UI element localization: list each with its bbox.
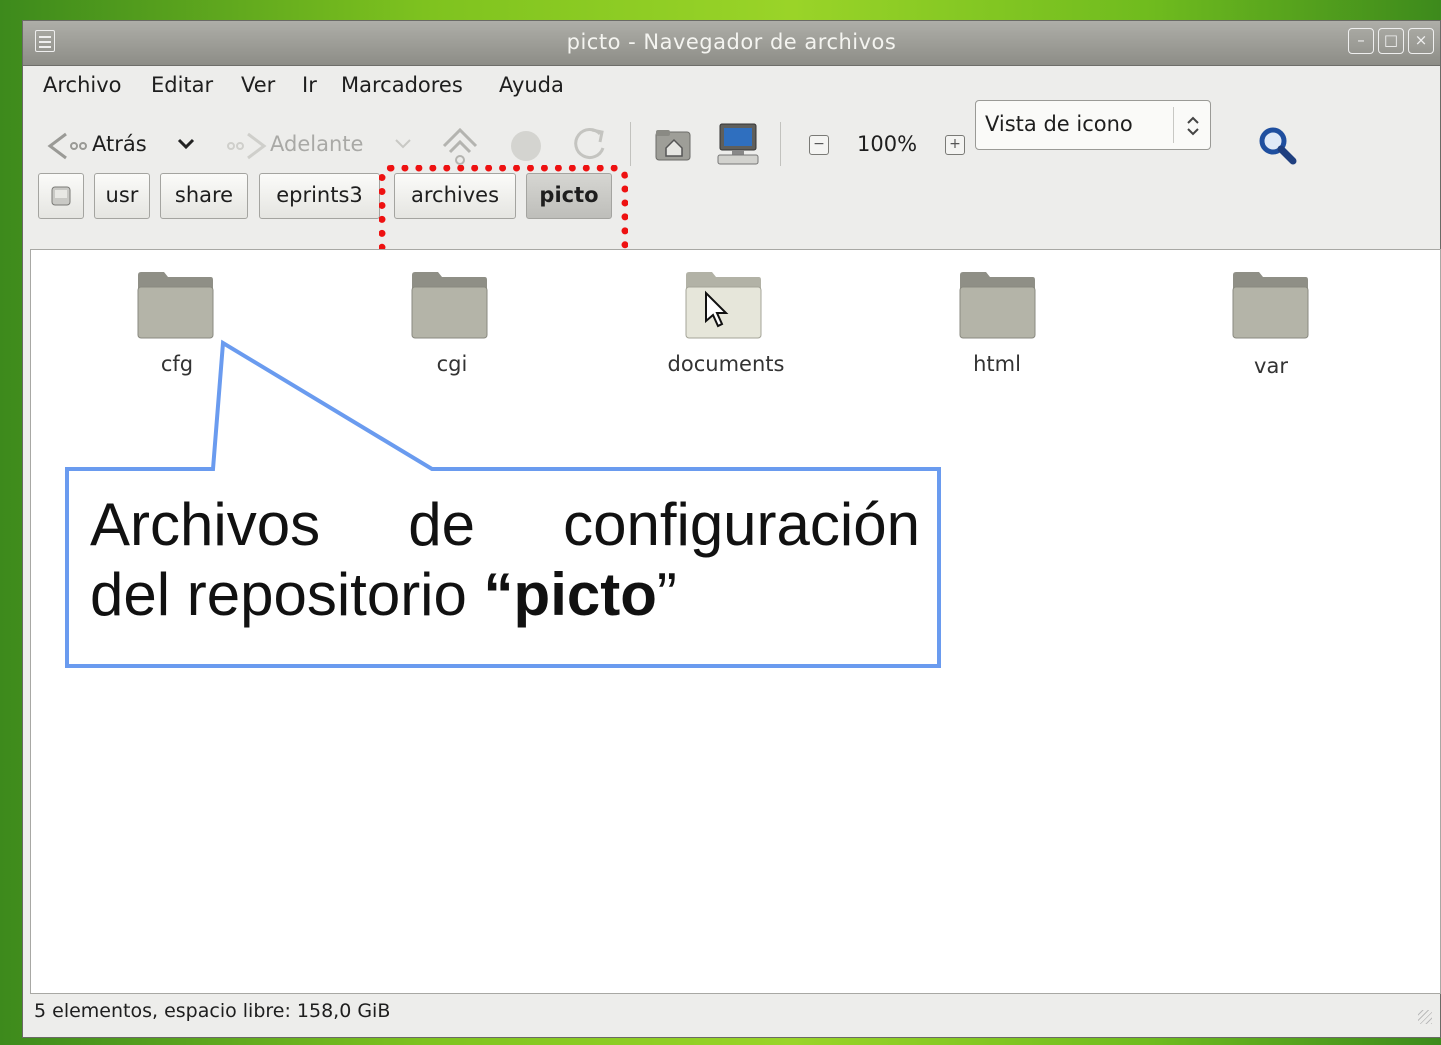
view-mode-value: Vista de icono — [985, 112, 1133, 136]
callout-line2: del repositorio — [90, 561, 484, 628]
callout-word: de — [408, 491, 475, 558]
chevron-down-icon[interactable] — [177, 137, 195, 151]
menu-ayuda[interactable]: Ayuda — [499, 73, 564, 97]
spinner-arrows-icon — [1187, 116, 1199, 136]
crumb-eprints3[interactable]: eprints3 — [259, 173, 380, 219]
forward-button[interactable]: Adelante — [270, 132, 363, 156]
callout-bold-name: picto — [513, 561, 657, 628]
callout-text: Archivos de configuración del repositori… — [90, 490, 920, 630]
menubar: Archivo Editar Ver Ir Marcadores Ayuda — [23, 66, 1440, 106]
close-button[interactable]: × — [1408, 28, 1434, 54]
crumb-usr[interactable]: usr — [94, 173, 150, 219]
file-name[interactable]: var — [1171, 354, 1371, 378]
callout-open-quote: “ — [483, 561, 514, 628]
chevron-down-icon[interactable] — [394, 137, 412, 151]
stop-icon[interactable] — [508, 128, 544, 164]
file-name[interactable]: html — [897, 352, 1097, 376]
maximize-button[interactable]: □ — [1378, 28, 1404, 54]
pathbar-root-button[interactable] — [38, 173, 84, 219]
minimize-button[interactable]: – — [1348, 28, 1374, 54]
folder-icon[interactable] — [958, 271, 1036, 339]
menu-ver[interactable]: Ver — [241, 73, 275, 97]
titlebar[interactable]: picto - Navegador de archivos – □ × — [23, 21, 1440, 66]
up-arrow-icon[interactable] — [440, 124, 480, 168]
back-arrow-icon[interactable] — [44, 130, 90, 162]
home-folder-icon[interactable] — [654, 126, 694, 162]
zoom-level: 100% — [857, 132, 918, 156]
folder-icon[interactable] — [410, 271, 488, 339]
menu-editar[interactable]: Editar — [151, 73, 213, 97]
file-name[interactable]: cfg — [77, 352, 277, 376]
forward-arrow-icon[interactable] — [224, 130, 270, 162]
computer-icon[interactable] — [716, 122, 760, 166]
status-bar: 5 elementos, espacio libre: 158,0 GiB — [34, 1000, 391, 1022]
zoom-in-icon[interactable]: + — [945, 135, 965, 155]
reload-icon[interactable] — [570, 124, 610, 166]
menu-marcadores[interactable]: Marcadores — [341, 73, 463, 97]
resize-grip[interactable] — [1418, 1010, 1432, 1024]
file-name[interactable]: cgi — [352, 352, 552, 376]
menu-ir[interactable]: Ir — [302, 73, 317, 97]
crumb-share[interactable]: share — [160, 173, 248, 219]
search-icon[interactable] — [1256, 124, 1300, 168]
callout-word: configuración — [563, 491, 920, 558]
window-title: picto - Navegador de archivos — [566, 30, 897, 54]
folder-icon[interactable] — [1231, 271, 1309, 339]
callout-close-quote: ” — [656, 561, 677, 628]
drive-icon — [51, 186, 71, 206]
zoom-out-icon[interactable]: − — [809, 135, 829, 155]
view-mode-select[interactable]: Vista de icono — [975, 100, 1211, 150]
callout-word: Archivos — [90, 491, 321, 558]
back-button[interactable]: Atrás — [92, 132, 147, 156]
folder-icon[interactable] — [684, 271, 762, 339]
menu-archivo[interactable]: Archivo — [43, 73, 122, 97]
folder-icon[interactable] — [136, 271, 214, 339]
file-name[interactable]: documents — [626, 352, 826, 376]
